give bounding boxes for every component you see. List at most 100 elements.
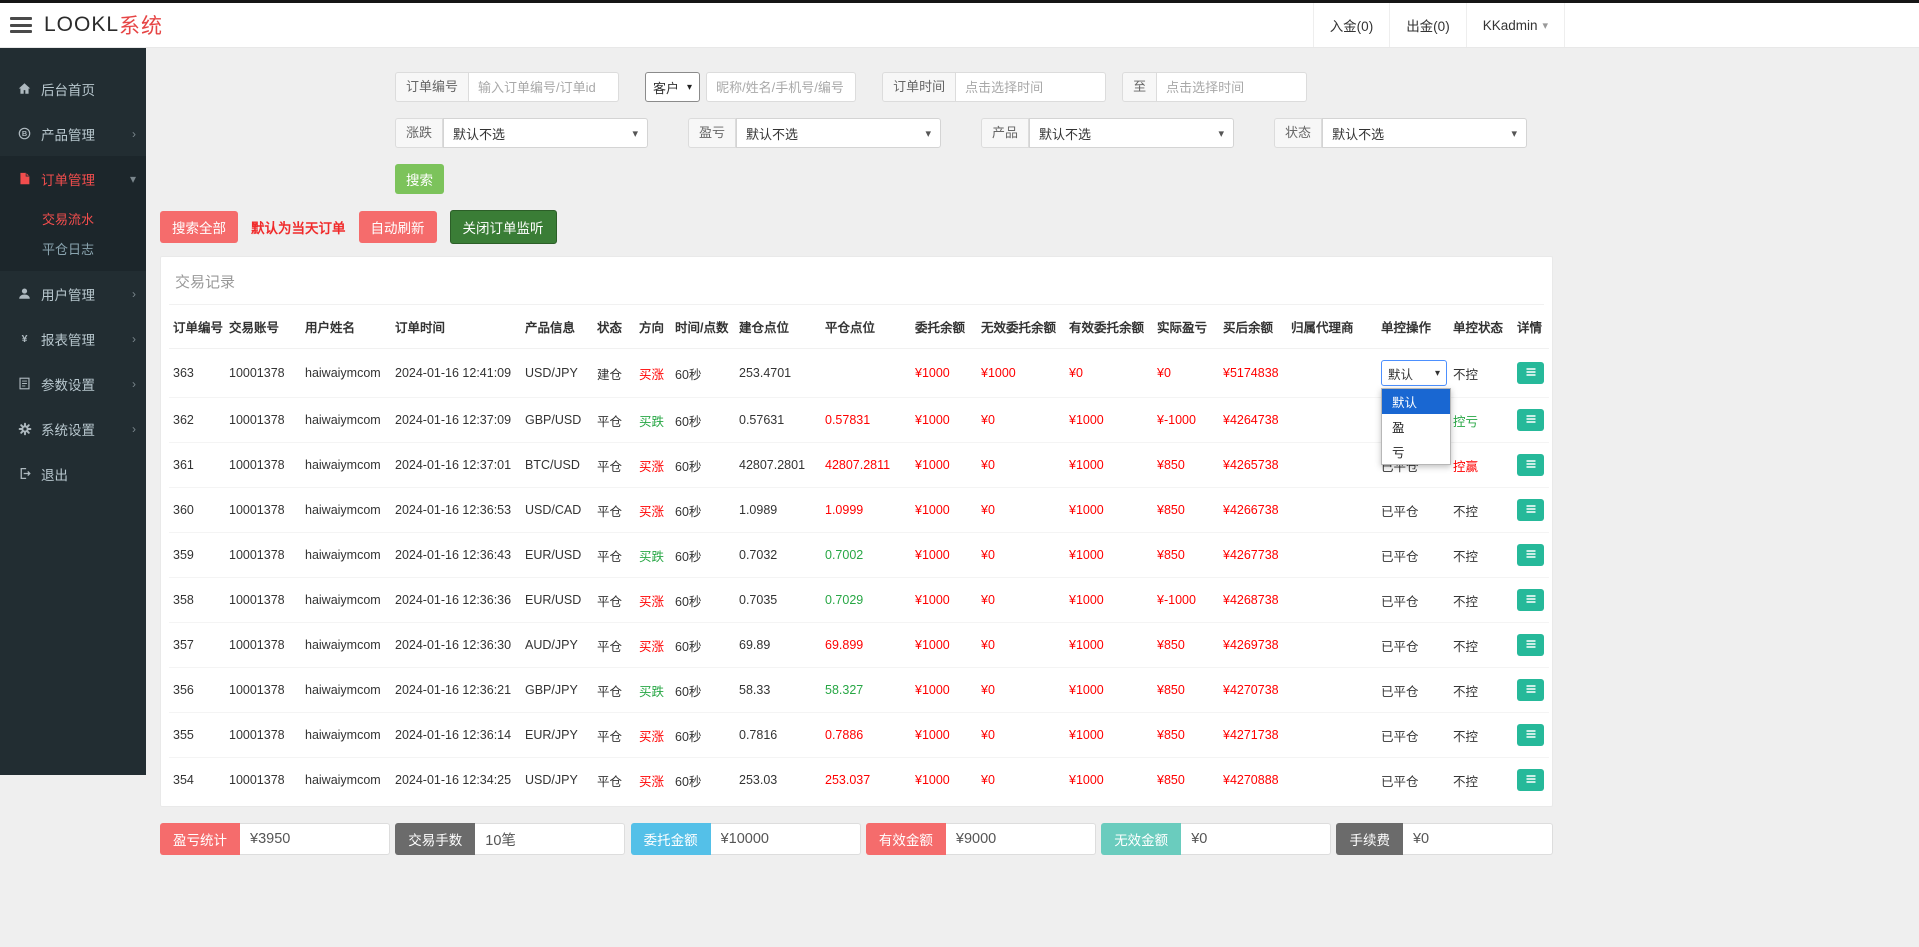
cell-open: 253.4701 — [735, 348, 821, 398]
cell-account: 10001378 — [225, 667, 301, 713]
cell-direction: 买跌 — [635, 397, 671, 443]
chevron-right-icon: › — [132, 331, 136, 346]
column-header-name: 用户姓名 — [301, 305, 391, 349]
cell-direction: 买涨 — [635, 348, 671, 398]
sidebar-subitem[interactable]: 交易流水 — [0, 203, 146, 233]
table-row: 355 10001378 haiwaiymcom 2024-01-16 12:36:1… — [169, 712, 1549, 758]
cell-profit: ¥850 — [1153, 622, 1219, 668]
user-menu[interactable]: KKadmin ▾ — [1465, 3, 1565, 47]
detail-button[interactable] — [1517, 544, 1544, 566]
cell-agent — [1287, 348, 1377, 398]
cell-account: 10001378 — [229, 773, 285, 787]
cell-status: 平仓 — [593, 397, 635, 443]
cell-name: haiwaiymcom — [301, 397, 391, 443]
time-to-filter: 至 — [1122, 72, 1308, 102]
table-row: 362 10001378 haiwaiymcom 2024-01-16 12:37:0… — [169, 397, 1549, 443]
customer-input[interactable] — [706, 72, 857, 102]
detail-button[interactable] — [1517, 409, 1544, 431]
detail-button[interactable] — [1517, 499, 1544, 521]
cell-profit: ¥850 — [1157, 773, 1185, 787]
menu-toggle-icon[interactable] — [10, 17, 32, 33]
order-no-input[interactable] — [469, 72, 620, 102]
report-icon: ¥ — [17, 332, 32, 345]
sidebar-item-system[interactable]: 系统设置 › — [0, 406, 146, 451]
cell-time: 2024-01-16 12:37:01 — [391, 442, 521, 488]
cell-entrust: ¥1000 — [911, 532, 977, 578]
list-icon — [1525, 503, 1537, 518]
cell-agent — [1287, 397, 1377, 443]
sidebar-item-home[interactable]: 后台首页 — [0, 66, 146, 111]
cell-entrust: ¥1000 — [911, 577, 977, 623]
summary-badge-profit-total: 盈亏统计 — [160, 823, 240, 855]
sidebar-item-report[interactable]: ¥ 报表管理 › — [0, 316, 146, 361]
summary-value-fee[interactable] — [1402, 823, 1553, 855]
sidebar-item-label: 订单管理 — [41, 172, 95, 188]
sidebar-item-order[interactable]: 订单管理 ▾ — [0, 156, 146, 201]
cell-open: 0.7816 — [735, 712, 821, 758]
cell-close — [821, 348, 911, 398]
cell-agent — [1287, 577, 1377, 623]
cell-open: 42807.2801 — [735, 442, 821, 488]
summary-value-trade-count[interactable] — [475, 823, 626, 855]
search-button[interactable]: 搜索 — [395, 164, 444, 194]
auto-refresh-button[interactable]: 自动刷新 — [358, 211, 437, 243]
cell-invalid: ¥0 — [977, 487, 1065, 533]
order-no-label: 订单编号 — [395, 72, 470, 102]
cell-balance: ¥4267738 — [1219, 532, 1287, 578]
summary-value-profit-total[interactable] — [240, 823, 390, 855]
order-time-label: 订单时间 — [882, 72, 957, 102]
filter-select-1[interactable]: 默认不选 ▾ — [736, 118, 942, 148]
cell-balance: ¥4271738 — [1219, 712, 1287, 758]
column-header-agent: 归属代理商 — [1287, 305, 1377, 349]
sidebar-subitem[interactable]: 平仓日志 — [0, 233, 146, 263]
cell-name: haiwaiymcom — [301, 487, 391, 533]
sidebar-item-logout[interactable]: 退出 — [0, 451, 146, 496]
cell-period: 60秒 — [671, 622, 735, 668]
cell-entrust: ¥1000 — [911, 348, 977, 398]
time-from-input[interactable] — [956, 72, 1107, 102]
summary-value-entrust-amount[interactable] — [710, 823, 861, 855]
logo-text: LOOKL — [44, 13, 120, 36]
cell-id: 359 — [169, 532, 225, 578]
cell-open: 0.57631 — [735, 397, 821, 443]
cell-agent — [1287, 442, 1377, 488]
control-select[interactable]: 默认 ▾ 默认盈亏 — [1381, 360, 1451, 465]
detail-button[interactable] — [1517, 589, 1544, 611]
column-header-control: 单控操作 — [1377, 305, 1449, 349]
cell-id: 354 — [173, 773, 194, 787]
dropdown-option[interactable]: 亏 — [1382, 439, 1450, 464]
deposit-link[interactable]: 入金(0) — [1312, 3, 1390, 47]
detail-button[interactable] — [1517, 362, 1544, 384]
column-header-time: 订单时间 — [391, 305, 521, 349]
summary-group-entrust-amount: 委托金额 — [630, 823, 861, 855]
cell-period: 60秒 — [671, 577, 735, 623]
detail-button[interactable] — [1517, 634, 1544, 656]
sidebar-item-user[interactable]: 用户管理 › — [0, 271, 146, 316]
filter-row-2: 涨跌 默认不选 ▾ 盈亏 默认不选 ▾ 产品 默认不选 ▾ 状态 默认不选 ▾ — [395, 118, 1553, 148]
summary-group-invalid-amount: 无效金额 — [1101, 823, 1332, 855]
dropdown-option[interactable]: 盈 — [1382, 414, 1450, 439]
search-all-button[interactable]: 搜索全部 — [160, 211, 238, 243]
summary-value-invalid-amount[interactable] — [1181, 823, 1332, 855]
filter-select-0[interactable]: 默认不选 ▾ — [443, 118, 649, 148]
sidebar-item-params[interactable]: 参数设置 › — [0, 361, 146, 406]
sidebar-item-product[interactable]: B 产品管理 › — [0, 111, 146, 156]
detail-button[interactable] — [1517, 679, 1544, 701]
filter-select-2[interactable]: 默认不选 ▾ — [1029, 118, 1235, 148]
detail-button[interactable] — [1517, 724, 1544, 746]
chevron-down-icon: ▾ — [687, 81, 693, 93]
filter-select-3[interactable]: 默认不选 ▾ — [1322, 118, 1528, 148]
detail-button[interactable] — [1517, 454, 1544, 476]
summary-value-valid-amount[interactable] — [945, 823, 1096, 855]
cell-profit: ¥850 — [1153, 487, 1219, 533]
customer-type-select[interactable]: 客户 ▾ — [645, 72, 701, 102]
cell-close: 0.57831 — [821, 397, 911, 443]
system-icon — [17, 422, 32, 436]
dropdown-option[interactable]: 默认 — [1382, 389, 1450, 414]
cell-id: 358 — [169, 577, 225, 623]
time-to-input[interactable] — [1157, 72, 1308, 102]
detail-button[interactable] — [1517, 769, 1544, 791]
withdraw-link[interactable]: 出金(0) — [1389, 3, 1466, 47]
close-order-monitor-button[interactable]: 关闭订单监听 — [449, 210, 557, 244]
cell-account: 10001378 — [225, 577, 301, 623]
